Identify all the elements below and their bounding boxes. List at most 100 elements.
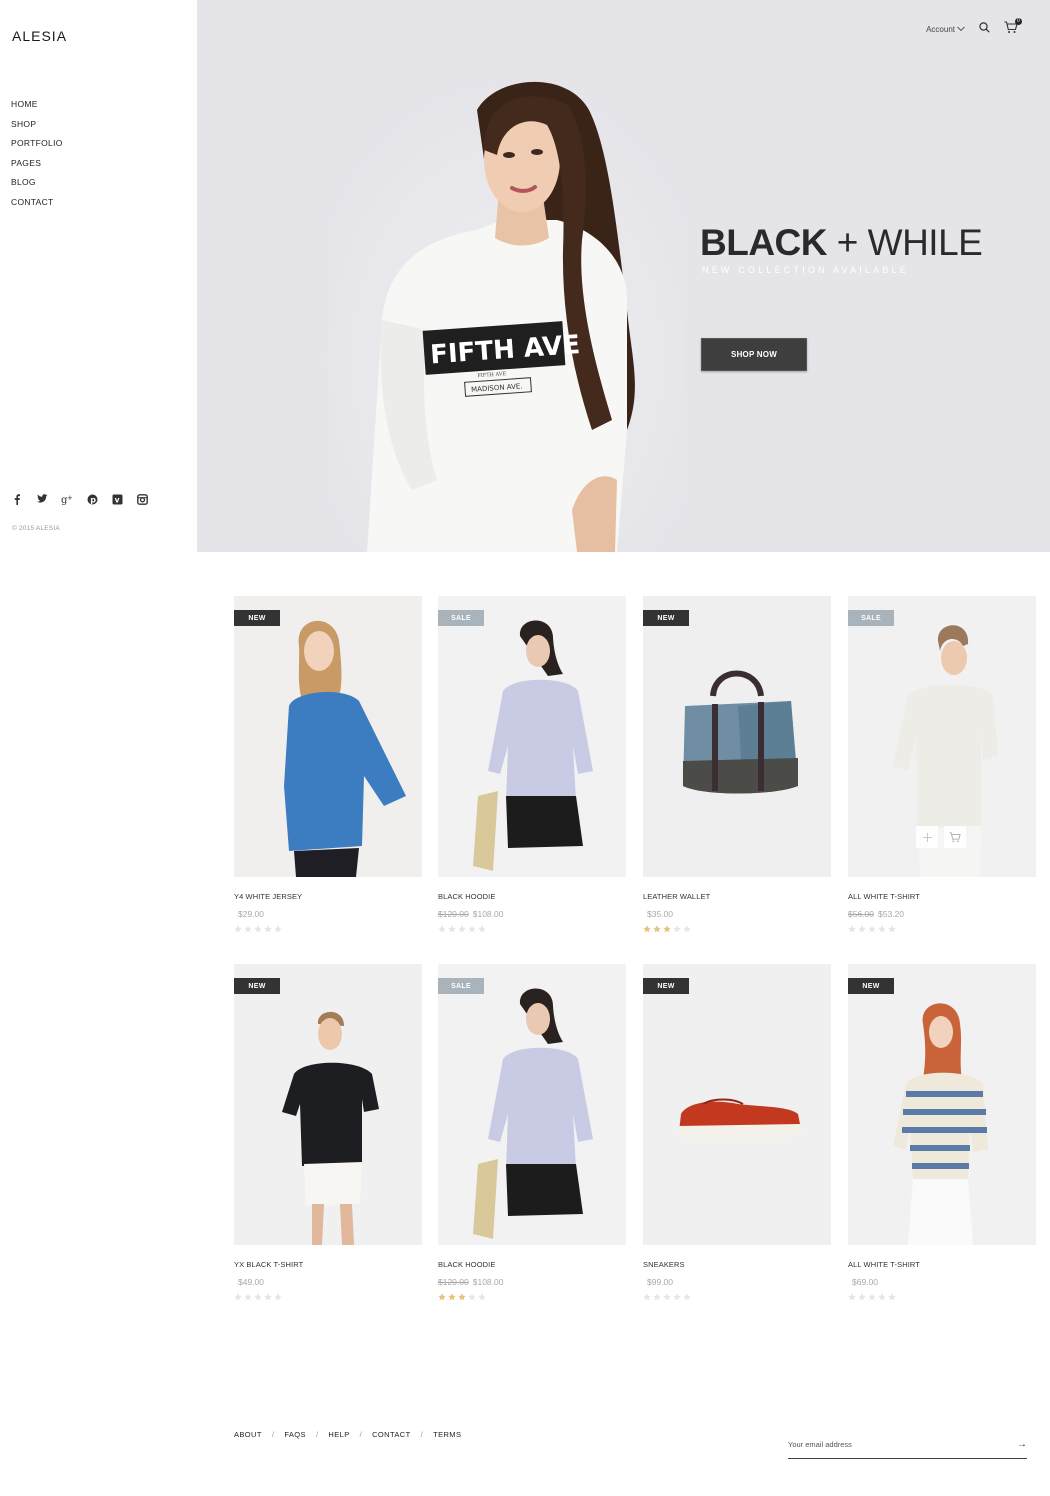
product-image[interactable]: NEW (643, 596, 831, 877)
nav-item-portfolio[interactable]: PORTFOLIO (11, 134, 63, 154)
star-empty-icon (858, 1293, 866, 1301)
product-card: SALE BLACK HOODIE $120.00 $108.00 (438, 596, 626, 933)
header-actions: Account 0 (926, 18, 1022, 38)
star-empty-icon (274, 1293, 282, 1301)
submit-arrow-icon[interactable]: → (1017, 1439, 1027, 1450)
product-badge: SALE (438, 978, 484, 994)
star-empty-icon (848, 925, 856, 933)
star-empty-icon (448, 925, 456, 933)
product-badge: SALE (438, 610, 484, 626)
cart-button[interactable]: 0 (1004, 18, 1022, 37)
facebook-icon[interactable] (11, 493, 23, 505)
search-icon[interactable] (979, 20, 990, 38)
footer-link-help[interactable]: HELP (328, 1430, 349, 1439)
twitter-icon[interactable] (36, 493, 48, 505)
product-rating (643, 1293, 831, 1301)
star-empty-icon (643, 1293, 651, 1301)
email-field[interactable] (788, 1434, 998, 1455)
product-current-price: $53.20 (878, 909, 904, 919)
product-price: $35.00 (643, 909, 831, 919)
product-current-price: $108.00 (472, 909, 504, 919)
hero-title-bold: BLACK (700, 222, 827, 263)
star-filled-icon (653, 925, 661, 933)
star-empty-icon (478, 925, 486, 933)
product-image[interactable]: NEW (848, 964, 1036, 1245)
product-current-price: $108.00 (472, 1277, 504, 1287)
footer-separator: / (359, 1430, 363, 1439)
cart-count-badge: 0 (1015, 18, 1022, 25)
footer-link-faqs[interactable]: FAQS (284, 1430, 306, 1439)
star-empty-icon (663, 1293, 671, 1301)
product-image[interactable]: NEW (234, 964, 422, 1245)
google-plus-icon[interactable]: g + (61, 493, 73, 505)
star-empty-icon (683, 925, 691, 933)
nav-item-blog[interactable]: BLOG (11, 173, 63, 193)
product-card: NEW LEATHER WALLET $35.00 (643, 596, 831, 933)
product-name[interactable]: BLACK HOODIE (438, 892, 626, 901)
product-rating (438, 1293, 626, 1301)
hero-subtitle: NEW COLLECTION AVAILABLE (702, 265, 910, 275)
add-to-cart-icon[interactable] (944, 826, 966, 848)
product-badge: NEW (234, 978, 280, 994)
star-empty-icon (878, 1293, 886, 1301)
product-current-price: $35.00 (647, 909, 673, 919)
footer-link-terms[interactable]: TERMS (433, 1430, 461, 1439)
product-rating (234, 925, 422, 933)
product-name[interactable]: ALL WHITE T-SHIRT (848, 1260, 1036, 1269)
product-badge: NEW (848, 978, 894, 994)
nav-item-home[interactable]: HOME (11, 95, 63, 115)
product-photo-bag (643, 596, 831, 877)
product-old-price: $120.00 (438, 1277, 469, 1287)
product-photo-sneakers (643, 964, 831, 1245)
product-name[interactable]: BLACK HOODIE (438, 1260, 626, 1269)
brand-logo[interactable]: ALESIA (12, 28, 67, 44)
star-empty-icon (234, 1293, 242, 1301)
account-menu[interactable]: Account (926, 25, 965, 34)
svg-text:v: v (114, 495, 119, 504)
star-empty-icon (234, 925, 242, 933)
footer-link-about[interactable]: ABOUT (234, 1430, 262, 1439)
shop-now-button[interactable]: SHOP NOW (701, 338, 807, 371)
star-filled-icon (663, 925, 671, 933)
product-badge: SALE (848, 610, 894, 626)
nav-item-pages[interactable]: PAGES (11, 154, 63, 174)
star-empty-icon (683, 1293, 691, 1301)
product-name[interactable]: SNEAKERS (643, 1260, 831, 1269)
quick-actions (916, 826, 966, 848)
nav-item-shop[interactable]: SHOP (11, 115, 63, 135)
product-price: $29.00 (234, 909, 422, 919)
product-name[interactable]: YX BLACK T-SHIRT (234, 1260, 422, 1269)
product-image[interactable]: SALE (848, 596, 1036, 877)
product-card: SALE ALL WHITE T-SHIRT $56.00 $53.20 (848, 596, 1036, 933)
nav-item-contact[interactable]: CONTACT (11, 193, 63, 213)
star-empty-icon (458, 925, 466, 933)
product-name[interactable]: LEATHER WALLET (643, 892, 831, 901)
product-badge: NEW (234, 610, 280, 626)
star-empty-icon (264, 1293, 272, 1301)
star-empty-icon (478, 1293, 486, 1301)
add-wishlist-icon[interactable] (916, 826, 938, 848)
star-empty-icon (858, 925, 866, 933)
star-empty-icon (878, 925, 886, 933)
product-price: $99.00 (643, 1277, 831, 1287)
product-photo-lavender-shirt (438, 596, 626, 877)
product-image[interactable]: SALE (438, 596, 626, 877)
vimeo-icon[interactable]: v (111, 493, 123, 505)
footer-nav: ABOUT / FAQS / HELP / CONTACT / TERMS (234, 1430, 461, 1439)
product-name[interactable]: Y4 WHITE JERSEY (234, 892, 422, 901)
instagram-icon[interactable] (136, 493, 148, 505)
footer-link-contact[interactable]: CONTACT (372, 1430, 411, 1439)
product-name[interactable]: ALL WHITE T-SHIRT (848, 892, 1036, 901)
hero-title: BLACK + WHILE (700, 222, 983, 264)
star-filled-icon (438, 1293, 446, 1301)
product-image[interactable]: NEW (643, 964, 831, 1245)
svg-text:p: p (90, 495, 96, 504)
product-image[interactable]: SALE (438, 964, 626, 1245)
product-photo-blue-shirt (234, 596, 422, 877)
product-rating (848, 1293, 1036, 1301)
product-image[interactable]: NEW (234, 596, 422, 877)
product-current-price: $49.00 (238, 1277, 264, 1287)
star-empty-icon (468, 1293, 476, 1301)
product-current-price: $69.00 (852, 1277, 878, 1287)
pinterest-icon[interactable]: p (86, 493, 98, 505)
